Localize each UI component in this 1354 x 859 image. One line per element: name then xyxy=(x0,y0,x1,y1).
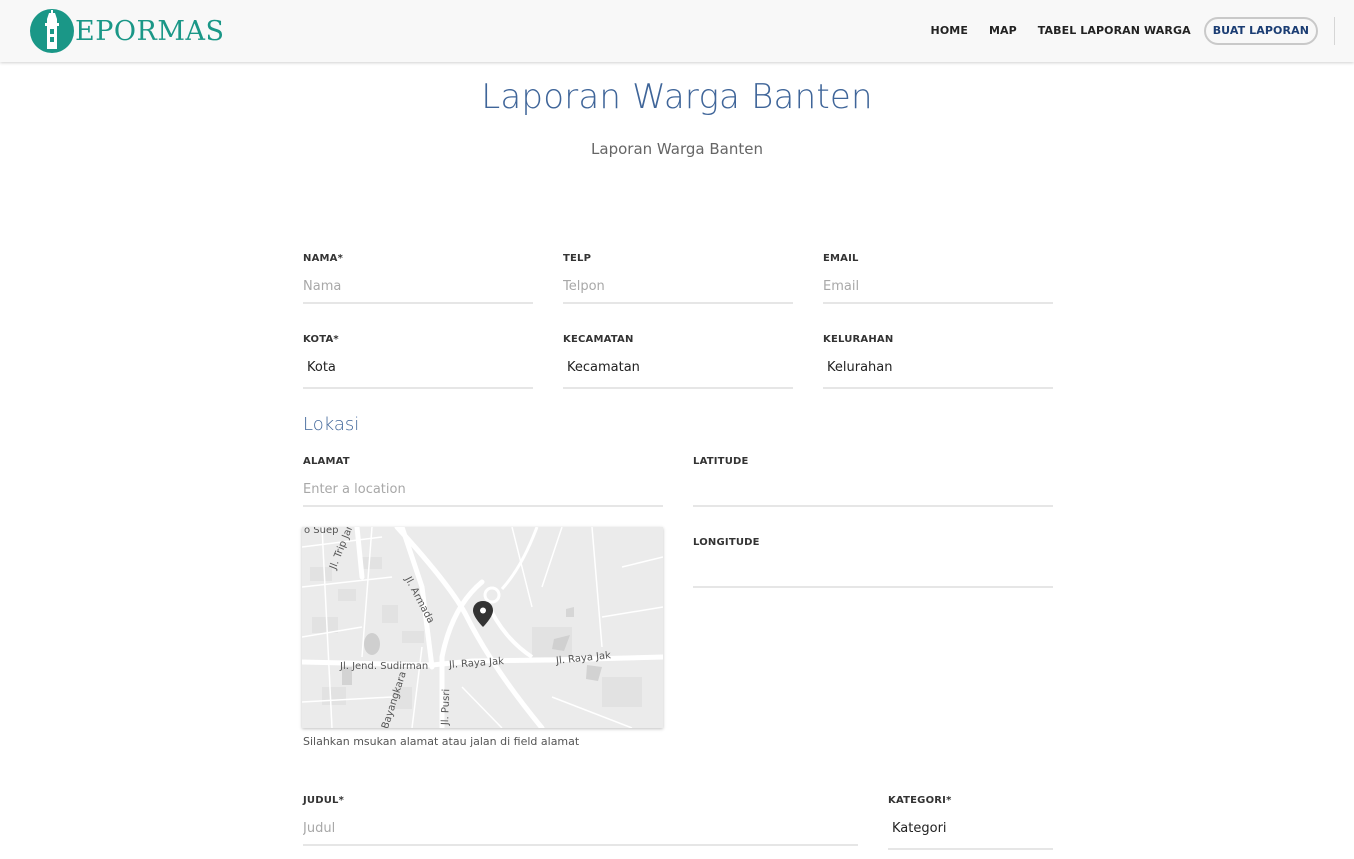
telp-label: TELP xyxy=(563,253,592,264)
email-label: EMAIL xyxy=(823,253,859,264)
kecamatan-field-group: KECAMATAN Kecamatan xyxy=(563,334,793,389)
map-pin-icon[interactable] xyxy=(471,600,495,628)
latitude-input[interactable] xyxy=(693,473,1053,507)
brand-link[interactable]: EPORMAS xyxy=(30,8,224,54)
email-field-group: EMAIL xyxy=(823,253,1053,304)
judul-field-group: JUDUL* xyxy=(303,795,858,846)
brand-name: EPORMAS xyxy=(75,15,225,47)
nama-field-group: NAMA* xyxy=(303,253,533,304)
nama-input[interactable] xyxy=(303,270,533,304)
kategori-field-group: KATEGORI* Kategori xyxy=(888,795,1053,850)
judul-label: JUDUL* xyxy=(303,795,345,806)
lokasi-heading: Lokasi xyxy=(303,414,360,435)
map-label-sudirman: Jl. Jend. Sudirman xyxy=(340,661,429,672)
kota-field-group: KOTA* Kota xyxy=(303,334,533,389)
latitude-field-group: LATITUDE xyxy=(693,456,1053,507)
kategori-label: KATEGORI* xyxy=(888,795,952,806)
longitude-label: LONGITUDE xyxy=(693,537,760,548)
map-label-pusri: Jl. Pusri xyxy=(440,688,453,726)
alamat-field-group: ALAMAT xyxy=(303,456,663,507)
kelurahan-label: KELURAHAN xyxy=(823,334,894,345)
kota-select[interactable]: Kota xyxy=(303,349,533,389)
alamat-input[interactable] xyxy=(303,473,663,507)
email-input[interactable] xyxy=(823,270,1053,304)
kategori-select[interactable]: Kategori xyxy=(888,810,1053,850)
longitude-input[interactable] xyxy=(693,554,1053,588)
page-title: Laporan Warga Banten xyxy=(481,77,873,117)
page-subtitle: Laporan Warga Banten xyxy=(591,140,763,158)
kecamatan-select[interactable]: Kecamatan xyxy=(563,349,793,389)
navbar: EPORMAS HOME MAP TABEL LAPORAN WARGA BUA… xyxy=(0,0,1354,62)
kelurahan-select[interactable]: Kelurahan xyxy=(823,349,1053,389)
judul-input[interactable] xyxy=(303,812,858,846)
kecamatan-label: KECAMATAN xyxy=(563,334,634,345)
latitude-label: LATITUDE xyxy=(693,456,749,467)
nav-home[interactable]: HOME xyxy=(931,18,968,44)
alamat-label: ALAMAT xyxy=(303,456,350,467)
longitude-field-group: LONGITUDE xyxy=(693,537,1053,588)
create-report-button[interactable]: BUAT LAPORAN xyxy=(1203,17,1318,45)
nav-divider xyxy=(1334,17,1335,45)
nav-table[interactable]: TABEL LAPORAN WARGA xyxy=(1038,18,1191,44)
telp-input[interactable] xyxy=(563,270,793,304)
kelurahan-field-group: KELURAHAN Kelurahan xyxy=(823,334,1053,389)
nav-map[interactable]: MAP xyxy=(989,18,1017,44)
main-nav: HOME MAP TABEL LAPORAN WARGA BUAT LAPORA… xyxy=(910,17,1318,45)
kota-label: KOTA* xyxy=(303,334,339,345)
lighthouse-logo-icon xyxy=(30,9,74,53)
telp-field-group: TELP xyxy=(563,253,793,304)
map-help-text: Silahkan msukan alamat atau jalan di fie… xyxy=(303,735,580,748)
nama-label: NAMA* xyxy=(303,253,344,264)
map-label-suep: o Suep xyxy=(304,527,339,536)
